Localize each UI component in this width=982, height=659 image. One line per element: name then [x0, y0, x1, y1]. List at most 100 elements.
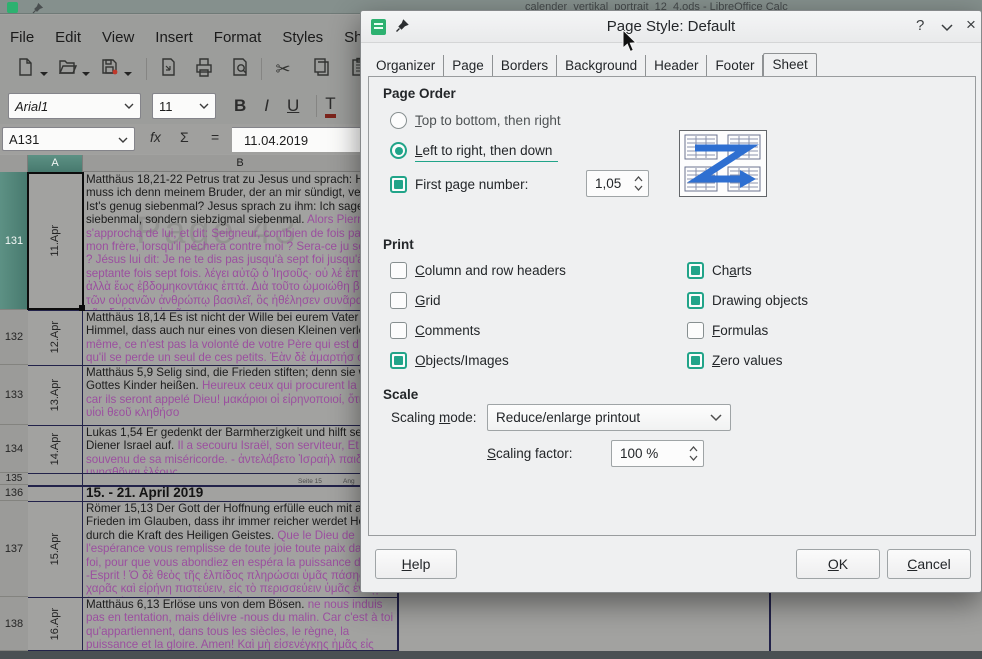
checkbox-grid[interactable]: [390, 292, 407, 309]
label-charts[interactable]: Charts: [712, 263, 752, 278]
tab-header[interactable]: Header: [646, 55, 707, 77]
menu-format[interactable]: Format: [214, 29, 262, 46]
tab-page[interactable]: Page: [444, 55, 493, 77]
font-name-combobox[interactable]: Arial1: [8, 93, 141, 119]
label-column-row-headers[interactable]: Column and row headers: [415, 263, 566, 278]
select-all-corner[interactable]: [0, 155, 28, 172]
cell-a137[interactable]: 15.Apr: [28, 501, 83, 597]
function-wizard-button[interactable]: fx: [150, 129, 161, 145]
cell-b138[interactable]: Matthäus 6,13 Erlöse uns von dem Bösen. …: [83, 597, 398, 651]
cell-a134[interactable]: 14.Apr: [28, 425, 83, 473]
checkbox-objects-images[interactable]: [390, 352, 407, 369]
underline-button[interactable]: U: [287, 96, 299, 116]
radio-left-to-right-label[interactable]: Left to right, then down: [415, 143, 552, 158]
print-icon: [193, 56, 215, 83]
cell-b137[interactable]: Römer 15,13 Der Gott der Hoffnung erfüll…: [83, 501, 398, 597]
checkbox-comments[interactable]: [390, 322, 407, 339]
radio-top-to-bottom[interactable]: [390, 112, 407, 129]
calc-app-icon: [7, 2, 18, 13]
row-header-138[interactable]: 138: [0, 597, 28, 651]
radio-top-to-bottom-label[interactable]: Top to bottom, then right: [415, 113, 561, 128]
ok-button[interactable]: OK: [796, 549, 880, 579]
name-box[interactable]: A131: [2, 127, 135, 151]
print-preview-button[interactable]: [227, 56, 253, 82]
export-pdf-button[interactable]: [155, 56, 181, 82]
cell-b133[interactable]: Matthäus 5,9 Selig sind, die Frieden sti…: [83, 365, 398, 425]
checkbox-charts[interactable]: [687, 262, 704, 279]
row-header-133[interactable]: 133: [0, 365, 28, 425]
cell-b131[interactable]: Matthäus 18,21-22 Petrus trat zu Jesus u…: [83, 172, 398, 310]
open-dropdown[interactable]: [82, 72, 90, 76]
row-header-134[interactable]: 134: [0, 425, 28, 473]
first-page-number-checkbox[interactable]: [390, 176, 407, 193]
first-page-number-spinbox[interactable]: 1,05: [586, 170, 649, 197]
new-document-icon: [15, 57, 35, 82]
scaling-factor-spinbox[interactable]: 100 %: [611, 440, 704, 467]
new-document-dropdown[interactable]: [40, 72, 48, 76]
menu-insert[interactable]: Insert: [155, 29, 193, 46]
column-header-a[interactable]: A: [28, 155, 83, 172]
radio-left-to-right[interactable]: [390, 142, 407, 159]
scaling-mode-dropdown[interactable]: Reduce/enlarge printout: [487, 404, 731, 431]
row-header-136[interactable]: 136: [0, 485, 28, 501]
row-header-137[interactable]: 137: [0, 501, 28, 597]
copy-button[interactable]: [308, 56, 334, 82]
dialog-rollup-button[interactable]: [941, 19, 953, 36]
help-button[interactable]: Help: [375, 549, 457, 579]
italic-button[interactable]: I: [264, 96, 269, 116]
selection-fill-handle[interactable]: [79, 305, 85, 311]
sum-button[interactable]: Σ: [180, 129, 189, 145]
tab-sheet[interactable]: Sheet: [763, 53, 816, 78]
cell-a133[interactable]: 13.Apr: [28, 365, 83, 425]
cut-button[interactable]: ✂: [270, 56, 296, 82]
font-size-combobox[interactable]: 11: [152, 93, 216, 119]
cell-b134[interactable]: Lukas 1,54 Er gedenkt der Barmherzigkeit…: [83, 425, 398, 473]
checkbox-formulas[interactable]: [687, 322, 704, 339]
new-document-button[interactable]: [12, 56, 38, 82]
tab-borders[interactable]: Borders: [493, 55, 557, 77]
dialog-close-button[interactable]: ×: [966, 15, 976, 35]
dialog-title: Page Style: Default: [361, 18, 981, 35]
bold-button[interactable]: B: [234, 96, 246, 116]
column-header-b[interactable]: B: [83, 155, 398, 172]
print-button[interactable]: [191, 56, 217, 82]
label-formulas[interactable]: Formulas: [712, 323, 768, 338]
cancel-button[interactable]: Cancel: [887, 549, 971, 579]
checkbox-column-row-headers[interactable]: [390, 262, 407, 279]
page-order-preview: [679, 130, 767, 197]
row-header-135[interactable]: 135: [0, 473, 28, 485]
label-objects-images[interactable]: Objects/Images: [415, 353, 509, 368]
label-grid[interactable]: Grid: [415, 293, 441, 308]
spin-arrows-icon[interactable]: [689, 446, 698, 461]
menu-styles[interactable]: Styles: [282, 29, 323, 46]
tab-organizer[interactable]: Organizer: [368, 55, 444, 77]
save-button[interactable]: [96, 56, 122, 82]
cell-a138[interactable]: 16.Apr: [28, 597, 83, 651]
first-page-number-label[interactable]: First page number:: [415, 177, 528, 192]
menu-file[interactable]: File: [10, 29, 34, 46]
cell-a136[interactable]: [28, 485, 83, 501]
checkbox-drawing-objects[interactable]: [687, 292, 704, 309]
label-comments[interactable]: Comments: [415, 323, 480, 338]
font-color-button[interactable]: T: [325, 94, 335, 118]
spin-arrows-icon[interactable]: [634, 176, 643, 191]
equals-button[interactable]: =: [211, 129, 219, 145]
cell-b136[interactable]: 15. - 21. April 2019: [83, 485, 398, 501]
row-header-132[interactable]: 132: [0, 310, 28, 365]
label-drawing-objects[interactable]: Drawing objects: [712, 293, 808, 308]
dialog-titlebar[interactable]: Page Style: Default ? ×: [361, 11, 981, 43]
date-label: 16.Apr: [49, 608, 61, 640]
row-header-131[interactable]: 131: [0, 172, 28, 310]
cell-a132[interactable]: 12.Apr: [28, 310, 83, 365]
label-zero-values[interactable]: Zero values: [712, 353, 783, 368]
menu-view[interactable]: View: [102, 29, 134, 46]
menu-edit[interactable]: Edit: [55, 29, 81, 46]
tab-footer[interactable]: Footer: [707, 55, 763, 77]
cell-b135[interactable]: Seite 15 Ang: [83, 473, 398, 485]
cell-b132[interactable]: Matthäus 18,14 Es ist nicht der Wille be…: [83, 310, 398, 365]
save-dropdown[interactable]: [124, 72, 132, 76]
checkbox-zero-values[interactable]: [687, 352, 704, 369]
dialog-help-button[interactable]: ?: [916, 17, 924, 34]
open-button[interactable]: [54, 56, 80, 82]
cell-a135[interactable]: [28, 473, 83, 485]
